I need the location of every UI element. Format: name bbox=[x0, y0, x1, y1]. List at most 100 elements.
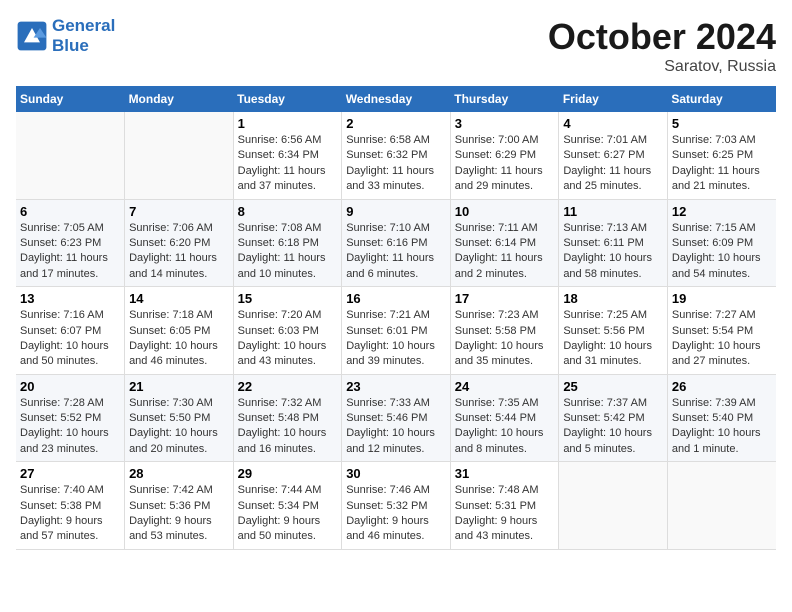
day-number: 19 bbox=[672, 291, 772, 306]
calendar-cell: 11 Sunrise: 7:13 AM Sunset: 6:11 PM Dayli… bbox=[559, 199, 668, 287]
calendar-cell: 6 Sunrise: 7:05 AM Sunset: 6:23 PM Daylig… bbox=[16, 199, 125, 287]
calendar-cell: 7Sunrise: 7:06 AM Sunset: 6:20 PM Daylig… bbox=[125, 199, 234, 287]
day-info: Sunrise: 7:28 AM Sunset: 5:52 PM Dayligh… bbox=[20, 396, 120, 458]
day-number: 16 bbox=[346, 291, 446, 306]
day-number: 10 bbox=[455, 204, 555, 219]
calendar-cell: 13 Sunrise: 7:16 AM Sunset: 6:07 PM Dayli… bbox=[16, 287, 125, 375]
day-info: Sunrise: 6:56 AM Sunset: 6:34 PM Dayligh… bbox=[238, 133, 338, 195]
calendar-cell: 4 Sunrise: 7:01 AM Sunset: 6:27 PM Daylig… bbox=[559, 112, 668, 199]
day-info: Sunrise: 7:13 AM Sunset: 6:11 PM Dayligh… bbox=[563, 221, 663, 283]
day-number: 22 bbox=[238, 379, 338, 394]
calendar-cell: 3 Sunrise: 7:00 AM Sunset: 6:29 PM Daylig… bbox=[450, 112, 559, 199]
day-info: Sunrise: 7:00 AM Sunset: 6:29 PM Dayligh… bbox=[455, 133, 555, 195]
day-number: 5 bbox=[672, 116, 772, 131]
calendar-cell: 23 Sunrise: 7:33 AM Sunset: 5:46 PM Dayli… bbox=[342, 374, 451, 462]
day-info: Sunrise: 7:27 AM Sunset: 5:54 PM Dayligh… bbox=[672, 308, 772, 370]
day-number: 21 bbox=[129, 379, 229, 394]
day-info: Sunrise: 7:10 AM Sunset: 6:16 PM Dayligh… bbox=[346, 221, 446, 283]
day-info: Sunrise: 7:40 AM Sunset: 5:38 PM Dayligh… bbox=[20, 483, 120, 545]
calendar-week-4: 20 Sunrise: 7:28 AM Sunset: 5:52 PM Dayli… bbox=[16, 374, 776, 462]
day-number: 25 bbox=[563, 379, 663, 394]
day-number: 27 bbox=[20, 466, 120, 481]
day-info: Sunrise: 7:46 AM Sunset: 5:32 PM Dayligh… bbox=[346, 483, 446, 545]
day-number: 14 bbox=[129, 291, 229, 306]
day-number: 3 bbox=[455, 116, 555, 131]
day-number: 20 bbox=[20, 379, 120, 394]
weekday-header-wednesday: Wednesday bbox=[342, 86, 451, 112]
day-info: Sunrise: 7:05 AM Sunset: 6:23 PM Dayligh… bbox=[20, 221, 120, 283]
day-info: Sunrise: 7:21 AM Sunset: 6:01 PM Dayligh… bbox=[346, 308, 446, 370]
day-info: Sunrise: 6:58 AM Sunset: 6:32 PM Dayligh… bbox=[346, 133, 446, 195]
calendar-cell: 27 Sunrise: 7:40 AM Sunset: 5:38 PM Dayli… bbox=[16, 462, 125, 550]
day-info: Sunrise: 7:25 AM Sunset: 5:56 PM Dayligh… bbox=[563, 308, 663, 370]
header: General Blue October 2024 Saratov, Russi… bbox=[16, 16, 776, 76]
calendar-cell: 2Sunrise: 6:58 AM Sunset: 6:32 PM Daylig… bbox=[342, 112, 451, 199]
day-info: Sunrise: 7:18 AM Sunset: 6:05 PM Dayligh… bbox=[129, 308, 229, 370]
day-number: 6 bbox=[20, 204, 120, 219]
logo-icon bbox=[16, 20, 48, 52]
day-number: 29 bbox=[238, 466, 338, 481]
calendar-week-1: 1 Sunrise: 6:56 AM Sunset: 6:34 PM Daylig… bbox=[16, 112, 776, 199]
calendar-cell: 29 Sunrise: 7:44 AM Sunset: 5:34 PM Dayli… bbox=[233, 462, 342, 550]
weekday-header-thursday: Thursday bbox=[450, 86, 559, 112]
day-number: 17 bbox=[455, 291, 555, 306]
day-number: 30 bbox=[346, 466, 446, 481]
day-number: 18 bbox=[563, 291, 663, 306]
calendar-week-5: 27 Sunrise: 7:40 AM Sunset: 5:38 PM Dayli… bbox=[16, 462, 776, 550]
day-number: 1 bbox=[238, 116, 338, 131]
month-title: October 2024 bbox=[548, 16, 776, 58]
day-number: 4 bbox=[563, 116, 663, 131]
day-info: Sunrise: 7:33 AM Sunset: 5:46 PM Dayligh… bbox=[346, 396, 446, 458]
calendar-cell bbox=[125, 112, 234, 199]
calendar-cell: 8Sunrise: 7:08 AM Sunset: 6:18 PM Daylig… bbox=[233, 199, 342, 287]
calendar-cell: 1 Sunrise: 6:56 AM Sunset: 6:34 PM Daylig… bbox=[233, 112, 342, 199]
calendar-cell: 26Sunrise: 7:39 AM Sunset: 5:40 PM Dayli… bbox=[667, 374, 776, 462]
calendar-cell bbox=[16, 112, 125, 199]
day-number: 31 bbox=[455, 466, 555, 481]
calendar-cell: 14 Sunrise: 7:18 AM Sunset: 6:05 PM Dayli… bbox=[125, 287, 234, 375]
day-info: Sunrise: 7:01 AM Sunset: 6:27 PM Dayligh… bbox=[563, 133, 663, 195]
day-number: 7 bbox=[129, 204, 229, 219]
day-number: 24 bbox=[455, 379, 555, 394]
day-number: 13 bbox=[20, 291, 120, 306]
calendar-cell: 16 Sunrise: 7:21 AM Sunset: 6:01 PM Dayli… bbox=[342, 287, 451, 375]
calendar-cell: 31 Sunrise: 7:48 AM Sunset: 5:31 PM Dayli… bbox=[450, 462, 559, 550]
weekday-header-tuesday: Tuesday bbox=[233, 86, 342, 112]
day-info: Sunrise: 7:11 AM Sunset: 6:14 PM Dayligh… bbox=[455, 221, 555, 283]
calendar-cell: 15 Sunrise: 7:20 AM Sunset: 6:03 PM Dayli… bbox=[233, 287, 342, 375]
weekday-header-saturday: Saturday bbox=[667, 86, 776, 112]
calendar-cell bbox=[559, 462, 668, 550]
day-number: 11 bbox=[563, 204, 663, 219]
calendar-cell: 10 Sunrise: 7:11 AM Sunset: 6:14 PM Dayli… bbox=[450, 199, 559, 287]
day-info: Sunrise: 7:08 AM Sunset: 6:18 PM Dayligh… bbox=[238, 221, 338, 283]
calendar-cell: 12Sunrise: 7:15 AM Sunset: 6:09 PM Dayli… bbox=[667, 199, 776, 287]
calendar-cell: 28Sunrise: 7:42 AM Sunset: 5:36 PM Dayli… bbox=[125, 462, 234, 550]
day-number: 15 bbox=[238, 291, 338, 306]
day-info: Sunrise: 7:42 AM Sunset: 5:36 PM Dayligh… bbox=[129, 483, 229, 545]
calendar-table: SundayMondayTuesdayWednesdayThursdayFrid… bbox=[16, 86, 776, 550]
weekday-header-sunday: Sunday bbox=[16, 86, 125, 112]
day-number: 23 bbox=[346, 379, 446, 394]
calendar-cell: 30 Sunrise: 7:46 AM Sunset: 5:32 PM Dayli… bbox=[342, 462, 451, 550]
calendar-cell: 24Sunrise: 7:35 AM Sunset: 5:44 PM Dayli… bbox=[450, 374, 559, 462]
day-info: Sunrise: 7:39 AM Sunset: 5:40 PM Dayligh… bbox=[672, 396, 772, 458]
location-subtitle: Saratov, Russia bbox=[548, 58, 776, 76]
day-info: Sunrise: 7:32 AM Sunset: 5:48 PM Dayligh… bbox=[238, 396, 338, 458]
day-info: Sunrise: 7:20 AM Sunset: 6:03 PM Dayligh… bbox=[238, 308, 338, 370]
logo-text: General Blue bbox=[52, 16, 115, 56]
day-info: Sunrise: 7:03 AM Sunset: 6:25 PM Dayligh… bbox=[672, 133, 772, 195]
day-info: Sunrise: 7:30 AM Sunset: 5:50 PM Dayligh… bbox=[129, 396, 229, 458]
day-number: 12 bbox=[672, 204, 772, 219]
calendar-cell: 25Sunrise: 7:37 AM Sunset: 5:42 PM Dayli… bbox=[559, 374, 668, 462]
day-number: 9 bbox=[346, 204, 446, 219]
day-info: Sunrise: 7:48 AM Sunset: 5:31 PM Dayligh… bbox=[455, 483, 555, 545]
calendar-cell: 20 Sunrise: 7:28 AM Sunset: 5:52 PM Dayli… bbox=[16, 374, 125, 462]
weekday-header-friday: Friday bbox=[559, 86, 668, 112]
calendar-cell: 21 Sunrise: 7:30 AM Sunset: 5:50 PM Dayli… bbox=[125, 374, 234, 462]
calendar-week-2: 6 Sunrise: 7:05 AM Sunset: 6:23 PM Daylig… bbox=[16, 199, 776, 287]
calendar-cell: 17 Sunrise: 7:23 AM Sunset: 5:58 PM Dayli… bbox=[450, 287, 559, 375]
calendar-cell: 9 Sunrise: 7:10 AM Sunset: 6:16 PM Daylig… bbox=[342, 199, 451, 287]
day-info: Sunrise: 7:23 AM Sunset: 5:58 PM Dayligh… bbox=[455, 308, 555, 370]
day-info: Sunrise: 7:16 AM Sunset: 6:07 PM Dayligh… bbox=[20, 308, 120, 370]
day-info: Sunrise: 7:44 AM Sunset: 5:34 PM Dayligh… bbox=[238, 483, 338, 545]
